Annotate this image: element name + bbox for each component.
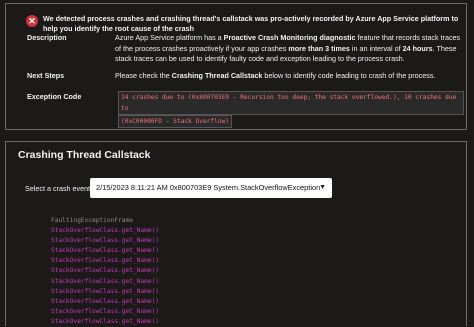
exception-code-value: 14 crashes due to (0x800703E9 - Recursio… (118, 91, 464, 128)
stack-frame: StackOverflowClass.get_Name() (51, 257, 160, 265)
callstack-card: Crashing Thread Callstack Select a crash… (5, 141, 467, 326)
exception-line: (0xC00000FD - Stack Overflow) (118, 115, 233, 128)
crash-event-select-label: Select a crash event (25, 184, 91, 193)
stack-frame: StackOverflowClass.get_Name() (51, 267, 160, 275)
description-text: Azure App Service platform has a Proacti… (115, 33, 461, 63)
callstack-title: Crashing Thread Callstack (18, 149, 151, 161)
stack-frame: StackOverflowClass.get_Name() (51, 317, 160, 325)
stack-frame: StackOverflowClass.get_Name() (51, 237, 160, 245)
stack-frame: StackOverflowClass.get_Name() (51, 247, 160, 255)
description-label: Description (27, 33, 67, 42)
stack-frame: StackOverflowClass.get_Name() (51, 277, 160, 285)
exception-line: 14 crashes due to (0x800703E9 - Recursio… (118, 91, 464, 115)
stack-frame: StackOverflowClass.get_Name() (51, 307, 160, 315)
stack-frame: StackOverflowClass.get_Name() (51, 297, 160, 305)
chevron-down-icon: ▼ (319, 184, 326, 191)
stack-frame: StackOverflowClass.get_Name() (51, 287, 160, 295)
next-steps-text: Please check the Crashing Thread Callsta… (115, 71, 436, 80)
alert-headline: We detected process crashes and crashing… (43, 14, 459, 33)
exception-code-label: Exception Code (27, 92, 82, 101)
crash-alert-card: ✕ We detected process crashes and crashi… (5, 3, 467, 130)
error-circle-icon: ✕ (26, 15, 38, 27)
stack-frame: FaultingExceptionFrame (51, 217, 133, 224)
crash-event-dropdown[interactable]: 2/15/2023 8:11:21 AM 0x800703E9 System.S… (90, 178, 332, 198)
next-steps-label: Next Steps (27, 71, 65, 80)
stack-frame: StackOverflowClass.get_Name() (51, 227, 160, 235)
crash-event-selected-value: 2/15/2023 8:11:21 AM 0x800703E9 System.S… (96, 183, 321, 192)
callstack-frames: FaultingExceptionFrame StackOverflowClas… (51, 216, 159, 327)
